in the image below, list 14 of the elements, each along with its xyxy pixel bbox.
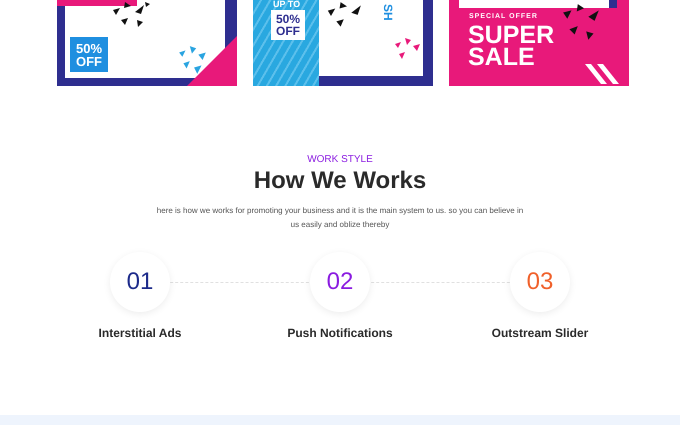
banner-headline: SUPER SALE (468, 24, 554, 68)
section-title: How We Works (254, 167, 426, 195)
step-number: 03 (510, 252, 570, 312)
discount-badge: 50% OFF (70, 37, 108, 72)
step-number: 01 (110, 252, 170, 312)
step-label: Outstream Slider (492, 326, 588, 340)
section-eyebrow: WORK STYLE (307, 154, 373, 165)
step-label: Push Notifications (287, 326, 393, 340)
section-description: here is how we works for promoting your business and it is the main system to us. so you can believe in us easily and oblize thereby (156, 205, 524, 231)
banner-text: SH (381, 4, 395, 21)
discount-badge: 50% OFF (271, 10, 305, 40)
banner-text: UP TO (273, 0, 300, 9)
step-number: 02 (310, 252, 370, 312)
step-label: Interstitial Ads (98, 326, 182, 340)
